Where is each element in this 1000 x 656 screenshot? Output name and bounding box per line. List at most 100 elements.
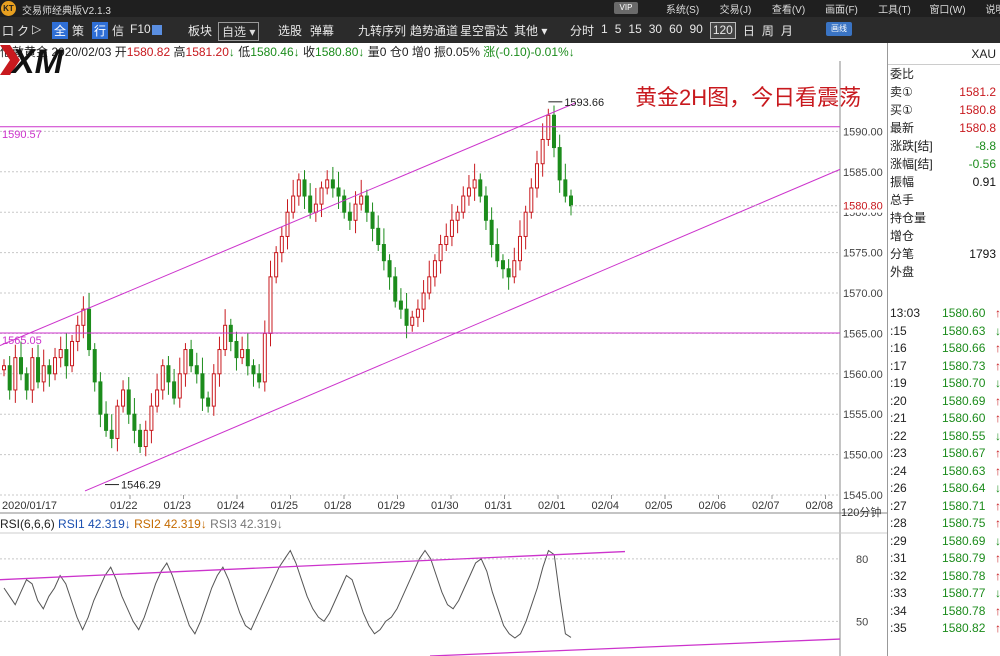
trend-channel-button[interactable]: 趋势通道 (410, 22, 458, 39)
tick-direction-icon: ↓ (995, 428, 1000, 443)
candle-body (245, 349, 250, 367)
quote-button[interactable]: 行 (92, 22, 109, 39)
candle-body (569, 195, 573, 207)
chart-headline: 黄金2H图，今日看震荡 (635, 85, 862, 110)
watchlist-select[interactable]: 自选 ▾ (218, 22, 260, 41)
nine-turn-button[interactable]: 九转序列 (358, 22, 406, 39)
candle-body (381, 244, 386, 262)
period-1[interactable]: 1 (601, 22, 608, 39)
menu-screen[interactable]: 画面(F) (815, 1, 868, 16)
period-60[interactable]: 60 (669, 22, 682, 39)
menu-trade[interactable]: 交易(J) (709, 1, 762, 16)
date-tick-label: 01/29 (378, 500, 406, 512)
period-15[interactable]: 15 (628, 22, 641, 39)
vip-badge[interactable]: VIP (614, 2, 638, 14)
candle-body (115, 405, 120, 439)
tick-direction-icon: ↓ (995, 533, 1000, 548)
tick-direction-icon: ↑ (995, 306, 1000, 320)
rsi1-label: RSI1 42.319 (58, 517, 125, 531)
tick-row: :16 1580.66 ↑ (888, 340, 1000, 358)
strategy-button[interactable]: 策 (72, 22, 84, 39)
candle-body (308, 195, 313, 213)
candle-body (359, 195, 364, 205)
date-tick-label: 01/23 (164, 500, 192, 512)
tick-direction-icon: ↑ (995, 621, 1000, 635)
window-icon[interactable]: 口 (2, 22, 14, 39)
candle-body (240, 349, 245, 359)
panel-field-row: 持仓量 (888, 209, 1000, 227)
panel-field-value: 1581.2 (959, 85, 996, 99)
back-icon[interactable]: ク (17, 22, 29, 39)
tick-price: 1580.78 (942, 603, 986, 618)
candle-body (546, 114, 551, 140)
other-menu[interactable]: 其他 ▾ (514, 22, 547, 39)
low-value: 1580.46 (250, 45, 294, 59)
candle-body (257, 373, 262, 383)
open-interest-label: 仓 (389, 45, 402, 59)
panel-field-row: 增仓 (888, 227, 1000, 245)
candle-body (540, 138, 545, 165)
panel-field-row: 委比 (888, 65, 1000, 83)
panel-field-row: 买① 1580.8 (888, 101, 1000, 119)
high-annotation: 1593.66 (564, 97, 604, 109)
menu-system[interactable]: 系统(S) (656, 1, 709, 16)
menu-window[interactable]: 窗口(W) (921, 1, 974, 16)
play-icon[interactable]: ▷ (32, 22, 41, 36)
candle-body (13, 357, 18, 391)
tick-price: 1580.69 (942, 393, 986, 408)
tick-time: :27 (890, 498, 907, 513)
period-30[interactable]: 30 (649, 22, 662, 39)
tick-row: :32 1580.78 ↑ (888, 568, 1000, 586)
panel-field-row: 卖① 1581.2 (888, 83, 1000, 101)
info-button[interactable]: 信 (112, 22, 124, 39)
tick-time: :16 (890, 341, 907, 355)
period-120[interactable]: 120 (709, 22, 736, 39)
period-5[interactable]: 5 (615, 22, 622, 39)
period-month[interactable]: 月 (781, 22, 793, 39)
candle-body (19, 357, 24, 375)
tick-direction-icon: ↑ (995, 568, 1000, 583)
candle-body (172, 381, 177, 399)
tick-price: 1580.67 (942, 446, 986, 460)
candlestick-chart[interactable]: 1545.00 1550.00 1555.00 1560.00 1565.00 1570.… (0, 43, 887, 656)
tick-row: :29 1580.69 ↓ (888, 533, 1000, 551)
all-button[interactable]: 全 (52, 22, 69, 39)
layout-icon[interactable] (152, 25, 162, 35)
period-timeshare[interactable]: 分时 (570, 22, 594, 39)
candle-body (313, 203, 318, 213)
panel-field-row: 总手 (888, 191, 1000, 209)
candle-body (319, 187, 324, 205)
candle-body (472, 179, 477, 189)
f10-button[interactable]: F10 (130, 22, 151, 36)
candle-body (500, 260, 505, 270)
menu-tools[interactable]: 工具(T) (868, 1, 921, 16)
danmaku-button[interactable]: 弹幕 (310, 22, 334, 39)
tick-price: 1580.71 (942, 498, 986, 513)
period-week[interactable]: 周 (762, 22, 774, 39)
period-day[interactable]: 日 (743, 22, 755, 39)
date-tick-label: 01/30 (431, 500, 459, 512)
tick-list[interactable]: 13:03 1580.60 ↑:15 1580.63 ↓:16 1580.66 ↑:17 15… (888, 305, 1000, 638)
star-radar-button[interactable]: 星空雷达 (460, 22, 508, 39)
candle-body (432, 260, 437, 278)
panel-field-value: 1580.8 (959, 121, 996, 135)
menu-view[interactable]: 查看(V) (762, 1, 815, 16)
menu-manual[interactable]: 说明书 (974, 1, 1000, 16)
tick-row: :24 1580.63 ↑ (888, 463, 1000, 481)
tick-direction-icon: ↑ (995, 551, 1000, 565)
panel-field-label: 卖① (890, 85, 913, 99)
tick-row: :23 1580.67 ↑ (888, 445, 1000, 463)
chart-area[interactable]: 1545.00 1550.00 1555.00 1560.00 1565.00 1570.… (0, 43, 887, 656)
candle-body (217, 349, 222, 375)
period-90[interactable]: 90 (689, 22, 702, 39)
board-button[interactable]: 板块 (188, 22, 212, 39)
candle-body (478, 179, 483, 197)
increase-label: 增 (411, 45, 424, 59)
stock-pick-button[interactable]: 选股 (278, 22, 302, 39)
draw-line-button[interactable]: 画线 (826, 22, 852, 36)
tick-direction-icon: ↓ (995, 323, 1000, 338)
candle-body (517, 235, 522, 262)
price-tick-label: 1575.00 (843, 248, 883, 260)
rsi-header: RSI(6,6,6) RSI1 42.319↓ RSI2 42.319↓ RSI… (0, 517, 283, 531)
tick-time: :28 (890, 516, 907, 530)
